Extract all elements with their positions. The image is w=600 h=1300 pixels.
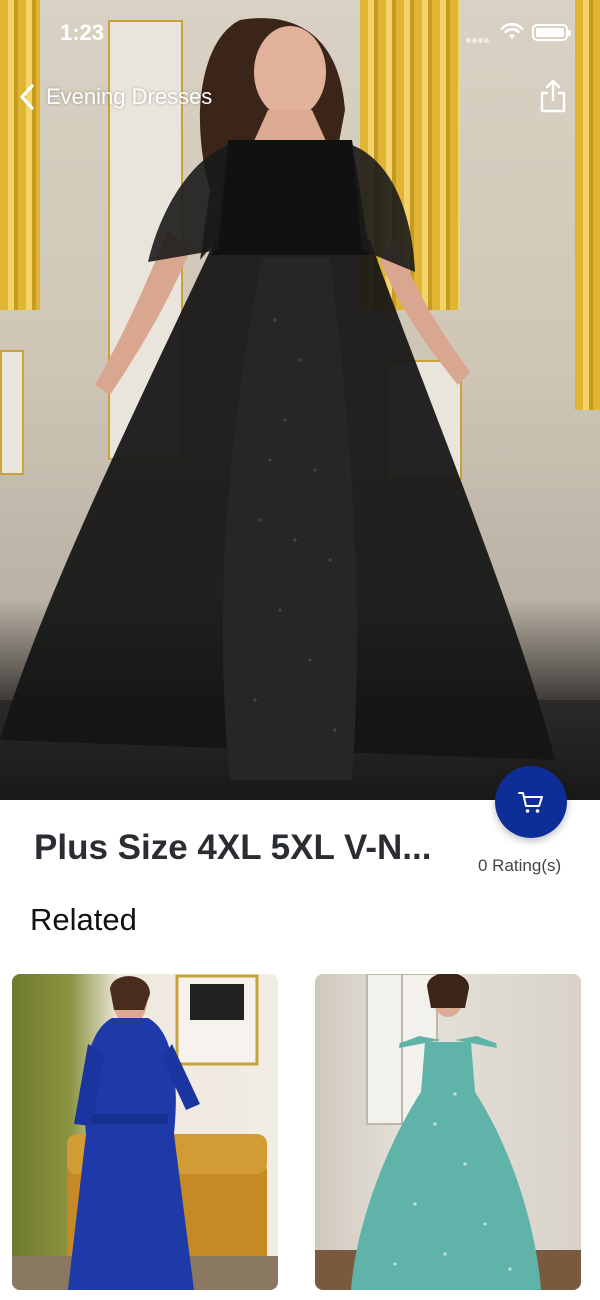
rating-count[interactable]: 0 Rating(s) [478,856,561,876]
share-icon[interactable] [538,78,568,114]
product-image[interactable] [0,0,600,800]
add-to-cart-button[interactable] [495,766,567,838]
cart-icon [518,792,543,813]
signal-dots-icon [466,30,490,43]
product-title: Plus Size 4XL 5XL V-N... [34,828,432,867]
royal-blue-sequin-dress-photo [12,974,278,1290]
wifi-icon [500,23,524,39]
back-button[interactable]: Evening Dresses [16,80,212,114]
back-chevron-icon [20,84,34,110]
teal-glitter-offshoulder-dress-photo [315,974,581,1290]
related-product-card[interactable] [12,974,278,1290]
nav-title: Evening Dresses [46,84,213,109]
model-in-black-gown [0,18,555,780]
related-product-card[interactable] [315,974,581,1290]
battery-icon [532,24,571,41]
status-time: 1:23 [60,20,105,45]
related-heading: Related [30,902,137,937]
status-bar: 1:23 [0,0,600,64]
